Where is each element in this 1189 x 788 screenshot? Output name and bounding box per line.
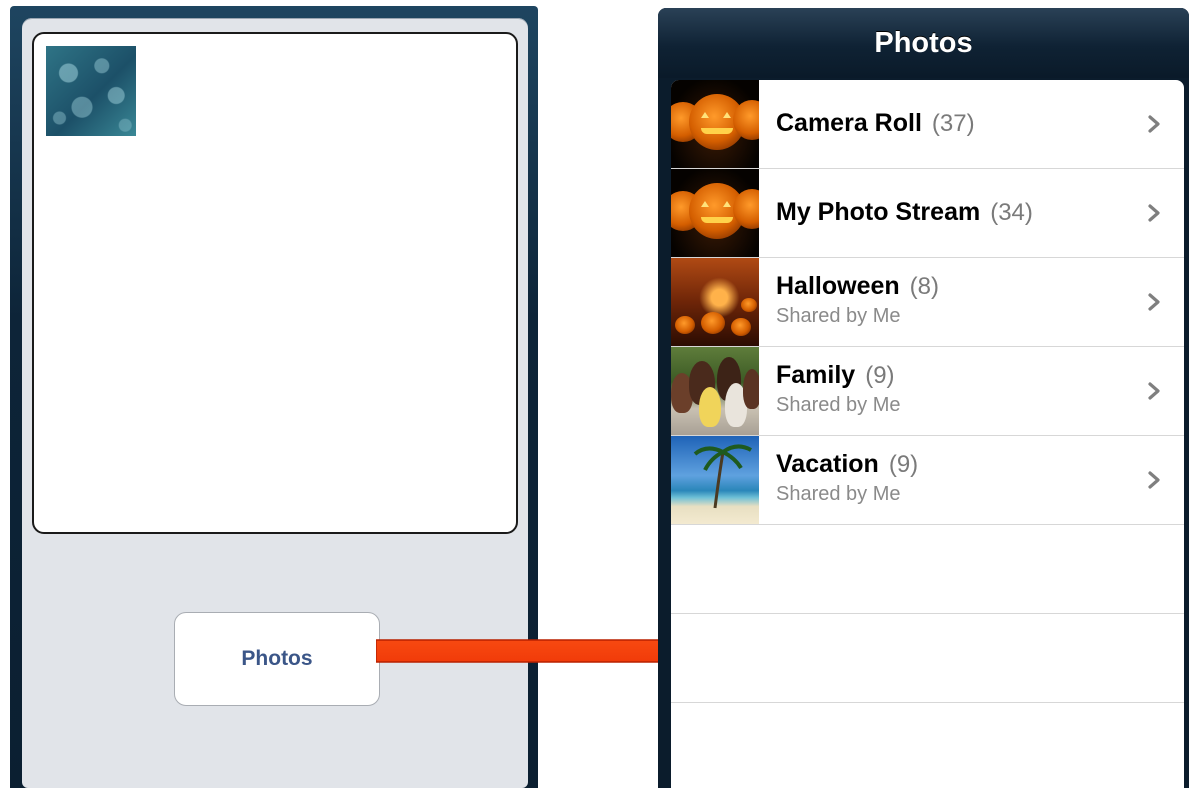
album-row-my-photo-stream[interactable]: My Photo Stream (34) — [671, 169, 1184, 258]
photos-button-label: Photos — [241, 647, 313, 670]
album-text: Halloween (8) Shared by Me — [776, 258, 1134, 346]
album-text: My Photo Stream (34) — [776, 169, 1134, 257]
chevron-right-icon — [1148, 204, 1160, 222]
selected-photo-thumbnail — [46, 46, 136, 136]
empty-list-row — [671, 614, 1184, 703]
album-count: (34) — [990, 199, 1033, 226]
album-thumbnail — [671, 80, 759, 168]
chevron-right-icon — [1148, 293, 1160, 311]
album-subtitle: Shared by Me — [776, 305, 901, 327]
album-thumbnail — [671, 258, 759, 346]
album-list: Camera Roll (37) My Photo Stream (34) Ha… — [671, 80, 1184, 788]
navigation-bar: Photos — [658, 8, 1189, 78]
album-count: (8) — [909, 273, 939, 300]
chevron-right-icon — [1148, 115, 1160, 133]
album-subtitle: Shared by Me — [776, 394, 901, 416]
image-preview-box — [32, 32, 518, 534]
album-row-family[interactable]: Family (9) Shared by Me — [671, 347, 1184, 436]
album-row-camera-roll[interactable]: Camera Roll (37) — [671, 80, 1184, 169]
album-count: (9) — [888, 451, 919, 478]
right-app-screen: Photos Camera Roll (37) My Photo Stream … — [658, 8, 1189, 788]
album-name: Halloween — [776, 272, 900, 300]
album-name: Vacation — [776, 450, 879, 478]
chevron-right-icon — [1148, 471, 1160, 489]
album-name: Camera Roll — [776, 109, 922, 137]
album-text: Camera Roll (37) — [776, 80, 1134, 168]
chevron-right-icon — [1148, 382, 1160, 400]
album-text: Family (9) Shared by Me — [776, 347, 1134, 435]
album-row-vacation[interactable]: Vacation (9) Shared by Me — [671, 436, 1184, 525]
album-text: Vacation (9) Shared by Me — [776, 436, 1134, 524]
nav-title: Photos — [874, 26, 973, 59]
empty-list-row — [671, 703, 1184, 788]
album-subtitle: Shared by Me — [776, 483, 901, 505]
album-row-halloween[interactable]: Halloween (8) Shared by Me — [671, 258, 1184, 347]
photos-button[interactable]: Photos — [174, 612, 380, 706]
empty-list-row — [671, 525, 1184, 614]
album-thumbnail — [671, 436, 759, 524]
album-name: My Photo Stream — [776, 198, 981, 226]
album-count: (37) — [931, 110, 975, 137]
album-thumbnail — [671, 169, 759, 257]
album-name: Family — [776, 361, 856, 389]
album-thumbnail — [671, 347, 759, 435]
palm-tree-graphic — [693, 444, 752, 509]
album-count: (9) — [865, 362, 895, 389]
